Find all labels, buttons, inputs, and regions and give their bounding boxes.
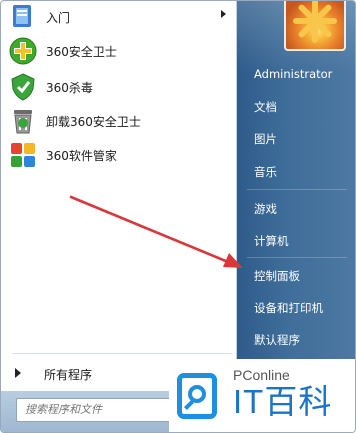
start-menu: 入门 360安全卫士 360杀毒 卸载360安全卫士 360软件管家 所有程序 … — [0, 0, 356, 433]
watermark-title: IT百科 — [233, 383, 333, 420]
watermark-site: PConline — [233, 367, 290, 383]
pconline-logo-icon — [177, 373, 217, 419]
